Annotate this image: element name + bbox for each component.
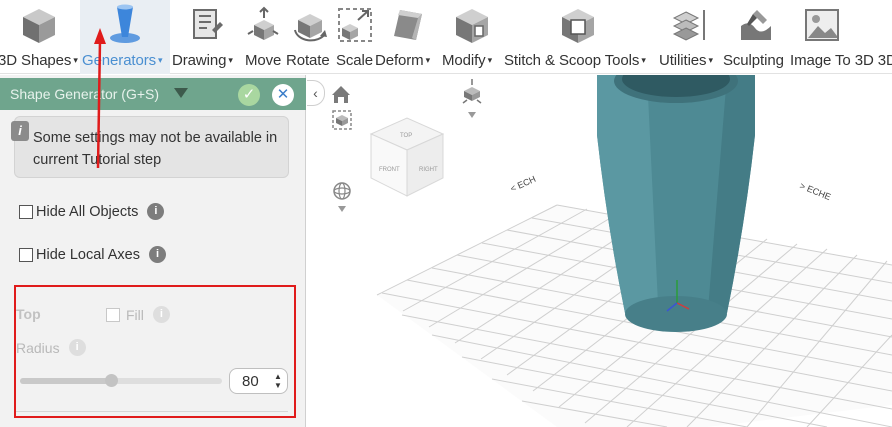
toolbar-label: Scale [336,52,374,69]
view-options-icon[interactable] [462,79,482,118]
info-icon[interactable]: i [147,203,165,220]
stitch-icon [558,4,598,44]
toolbar-label: Modify [442,52,486,69]
scene: < ECH > ECHE TOP FRONT RIGHT [332,75,892,427]
radius-value: 80 [242,373,259,390]
panel-title: Shape Generator (G+S) [10,86,160,102]
axis-label-right: > ECHE [798,181,832,203]
info-icon: i [11,121,29,141]
hide-all-objects-row[interactable]: Hide All Objects i [19,203,165,220]
orbit-icon[interactable] [333,182,351,212]
radius-slider[interactable] [20,374,222,387]
info-icon[interactable]: i [152,306,170,323]
hide-all-objects-label: Hide All Objects [36,203,139,220]
modify-icon [453,4,491,44]
axis-label-left: < ECH [509,174,538,194]
main-toolbar: 3D Shapes ▾ Generators ▾ Drawing ▾ Move Rot… [0,0,892,74]
cube-face-top: TOP [400,133,412,139]
fit-view-icon[interactable] [332,110,352,130]
info-icon[interactable]: i [148,246,166,263]
hide-local-axes-label: Hide Local Axes [36,246,140,263]
toolbar-label: Utilities [659,52,707,69]
toolbar-sculpting[interactable]: Sculpting [723,0,789,74]
fill-checkbox[interactable] [106,307,120,322]
toolbar-scale[interactable]: Scale [335,0,375,74]
fill-row[interactable]: Fill i [106,306,170,323]
toolbar-deform[interactable]: Deform ▾ [375,0,441,74]
radius-stepper[interactable]: 80 ▲ ▼ [229,368,288,394]
toolbar-label: Image To 3D [790,52,874,69]
info-icon[interactable]: i [68,339,86,356]
toolbar-rotate[interactable]: Rotate [286,0,334,74]
cube-face-front: FRONT [379,167,400,173]
toolbar-image-to-3d[interactable]: Image To 3D 3D [790,0,892,74]
toolbar-drawing[interactable]: Drawing ▾ [172,0,242,74]
info-text: Some settings may not be available in cu… [33,130,278,168]
divider [16,411,288,412]
utilities-icon [670,4,708,44]
toolbar-stitch-scoop[interactable]: Stitch & Scoop Tools ▾ [504,0,652,74]
drawing-icon [190,4,224,44]
toolbar-label: Stitch & Scoop Tools [504,52,640,69]
toolbar-utilities[interactable]: Utilities ▾ [657,0,721,74]
toolbar-label: Deform [375,52,424,69]
toolbar-3d-shapes[interactable]: 3D Shapes ▾ [0,0,78,74]
image-to-3d-icon [803,4,841,44]
hide-local-axes-row[interactable]: Hide Local Axes i [19,246,166,263]
hide-local-axes-checkbox[interactable] [19,247,33,262]
move-icon [246,4,282,44]
toolbar-label: Rotate [286,52,330,69]
confirm-button[interactable]: ✓ [238,84,260,106]
toolbar-label: Move [245,52,282,69]
close-button[interactable]: ✕ [272,84,294,106]
toolbar-generators[interactable]: Generators ▾ [80,0,170,74]
cube-icon [20,4,58,44]
generator-icon [108,4,142,44]
toolbar-label: 3D Shapes [0,52,72,69]
radius-row: Radius i [16,339,86,356]
toolbar-modify[interactable]: Modify ▾ [442,0,502,74]
shape-generator-panel: Shape Generator (G+S) ✓ ✕ i Some setting… [0,75,306,427]
top-section-label: Top [16,306,41,322]
radius-label: Radius [16,339,60,356]
chevron-down-icon[interactable] [174,88,188,98]
deform-icon [390,4,426,44]
tutorial-info-box: i Some settings may not be available in … [11,116,289,178]
sculpting-icon [737,4,775,44]
hide-all-objects-checkbox[interactable] [19,204,33,219]
radius-slider-thumb[interactable] [104,374,118,387]
panel-header: Shape Generator (G+S) ✓ ✕ [0,78,306,110]
toolbar-label: Sculpting [723,52,784,69]
fill-label: Fill [126,306,144,323]
rotate-icon [290,4,330,44]
toolbar-move[interactable]: Move [244,0,284,74]
cube-face-right: RIGHT [419,167,438,173]
stepper-arrows-icon[interactable]: ▲ ▼ [274,372,282,390]
3d-viewport[interactable]: < ECH > ECHE TOP FRONT RIGHT [307,75,892,427]
toolbar-label: Drawing [172,52,227,69]
toolbar-label: Generators [82,52,157,69]
home-icon[interactable] [332,86,350,103]
radius-slider-fill [20,378,111,384]
view-cube[interactable]: TOP FRONT RIGHT [369,117,445,197]
scale-icon [336,4,374,44]
